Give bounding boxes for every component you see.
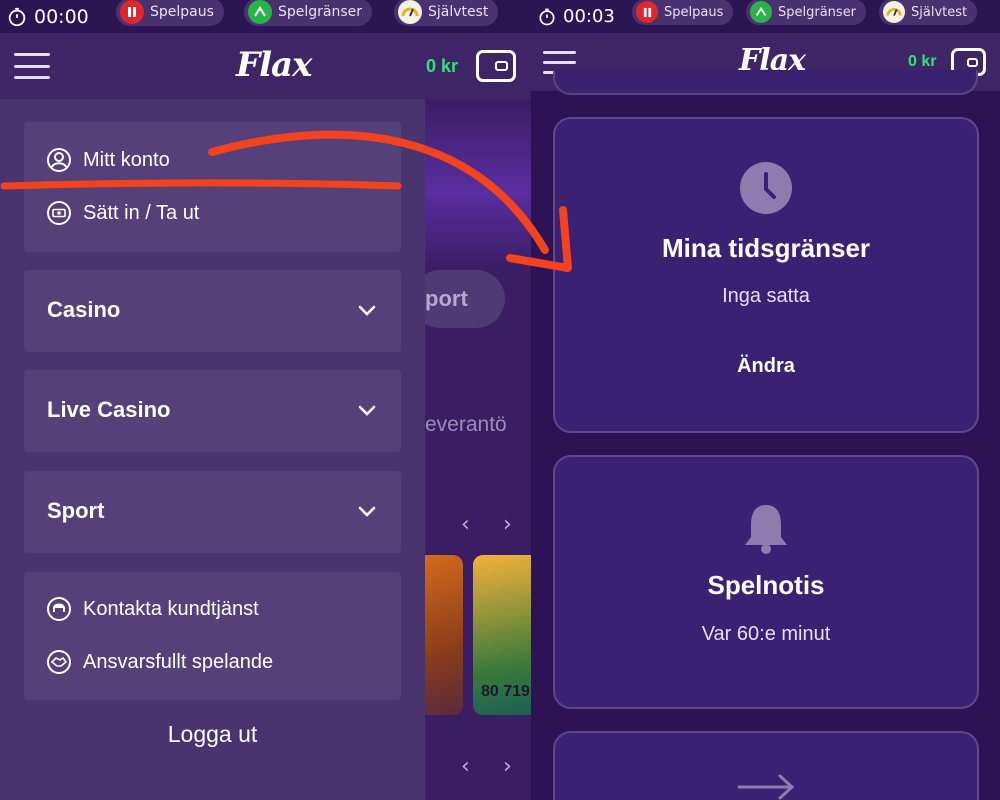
- clock-icon: [740, 162, 792, 214]
- card-title: Mina tidsgränser: [661, 233, 871, 263]
- menu-item-label: Kontakta kundtjänst: [83, 597, 259, 620]
- user-circle-icon: [47, 148, 71, 172]
- sjalvtest-button[interactable]: Självtest: [879, 0, 978, 25]
- menu-icon[interactable]: [14, 53, 50, 79]
- card-title: Spelnotis: [707, 570, 825, 600]
- play-notification-card: Spelnotis Var 60:e minut: [553, 455, 979, 709]
- spelgranser-label: Spelgränser: [778, 4, 857, 20]
- status-bar: 00:03 Spelpaus Spelgränser Självtest: [531, 0, 1000, 33]
- time-limits-card: Mina tidsgränser Inga satta Ändra: [553, 117, 979, 433]
- next-card[interactable]: [553, 731, 979, 800]
- chevron-down-icon: [358, 506, 376, 517]
- menu-item-label: Sätt in / Ta ut: [83, 201, 200, 224]
- timer-text: 00:03: [563, 6, 615, 27]
- chevron-left-icon[interactable]: ‹: [461, 512, 470, 537]
- side-menu: Mitt konto Sätt in / Ta ut Casino Live C…: [0, 99, 425, 800]
- chevron-down-icon: [358, 305, 376, 316]
- edit-time-limits-button[interactable]: Ändra: [555, 355, 977, 378]
- spelgranser-label: Spelgränser: [278, 4, 363, 20]
- gauge-icon: [398, 0, 422, 24]
- category-casino[interactable]: Casino: [24, 270, 401, 352]
- flax-logo[interactable]: Flax: [236, 45, 312, 85]
- logout-button[interactable]: Logga ut: [0, 721, 425, 748]
- support-section: Kontakta kundtjänst Ansvarsfullt speland…: [24, 572, 401, 700]
- menu-item-label: Mitt konto: [83, 148, 170, 171]
- category-sport[interactable]: Sport: [24, 471, 401, 553]
- previous-card-edge: [553, 70, 978, 95]
- menu-item-label: Ansvarsfullt spelande: [83, 650, 274, 673]
- card-subtitle: Var 60:e minut: [701, 623, 831, 645]
- timer-text: 00:00: [34, 5, 89, 28]
- bell-icon: [745, 505, 787, 554]
- stopwatch-icon: [539, 8, 555, 25]
- spelgranser-button[interactable]: Spelgränser: [244, 0, 373, 26]
- chevron-right-icon[interactable]: ›: [503, 754, 512, 779]
- category-live-casino[interactable]: Live Casino: [24, 370, 401, 452]
- menu-item-ansvarsfullt-spelande[interactable]: Ansvarsfullt spelande: [46, 649, 273, 675]
- stopwatch-icon: [8, 7, 26, 26]
- right-screen: 00:03 Spelpaus Spelgränser Självtest Fla…: [531, 0, 1000, 800]
- hero-banner: [425, 99, 531, 269]
- limits-icon: [750, 1, 772, 23]
- sport-tab[interactable]: port: [411, 270, 505, 328]
- balance-amount: 0 kr: [908, 53, 937, 70]
- chevron-right-icon[interactable]: ›: [503, 512, 512, 537]
- category-label: Casino: [47, 297, 121, 322]
- support-icon: [47, 597, 71, 621]
- menu-item-kundtjanst[interactable]: Kontakta kundtjänst: [46, 596, 259, 622]
- category-label: Sport: [47, 498, 105, 523]
- app-header: Flax 0 kr: [0, 33, 531, 99]
- pause-icon: [120, 0, 144, 24]
- wallet-icon[interactable]: [476, 50, 516, 82]
- limits-icon: [248, 0, 272, 24]
- spelpaus-button[interactable]: Spelpaus: [632, 0, 734, 25]
- balance-amount: 0 kr: [426, 56, 459, 76]
- spelgranser-button[interactable]: Spelgränser: [746, 0, 867, 25]
- card-subtitle: Inga satta: [722, 285, 810, 307]
- sjalvtest-button[interactable]: Självtest: [394, 0, 499, 26]
- category-label: Live Casino: [47, 397, 171, 422]
- arrow-right-icon: [737, 774, 795, 800]
- left-screen: 00:00 Spelpaus Spelgränser Självtest Fla…: [0, 0, 531, 800]
- chevron-left-icon[interactable]: ‹: [461, 754, 470, 779]
- gauge-icon: [883, 1, 905, 23]
- providers-heading: everantö: [425, 413, 507, 436]
- session-timer: 00:00: [0, 6, 89, 28]
- handshake-icon: [47, 650, 71, 674]
- spelpaus-label: Spelpaus: [150, 4, 214, 20]
- spelpaus-button[interactable]: Spelpaus: [116, 0, 224, 26]
- menu-item-mitt-konto[interactable]: Mitt konto: [46, 147, 170, 173]
- spelpaus-label: Spelpaus: [664, 4, 724, 20]
- status-bar: 00:00 Spelpaus Spelgränser Självtest: [0, 0, 531, 33]
- account-section: Mitt konto Sätt in / Ta ut: [24, 122, 401, 252]
- chevron-down-icon: [358, 405, 376, 416]
- game-card[interactable]: 80 719: [473, 555, 531, 715]
- background-page: port everantö ‹ › 80 719 ‹ ›: [411, 99, 531, 800]
- menu-item-deposit-withdraw[interactable]: Sätt in / Ta ut: [46, 200, 199, 226]
- sjalvtest-label: Självtest: [911, 4, 968, 20]
- money-icon: [47, 201, 71, 225]
- game-card[interactable]: [425, 555, 463, 715]
- session-timer: 00:03: [531, 6, 615, 27]
- pause-icon: [636, 1, 658, 23]
- sjalvtest-label: Självtest: [428, 4, 489, 20]
